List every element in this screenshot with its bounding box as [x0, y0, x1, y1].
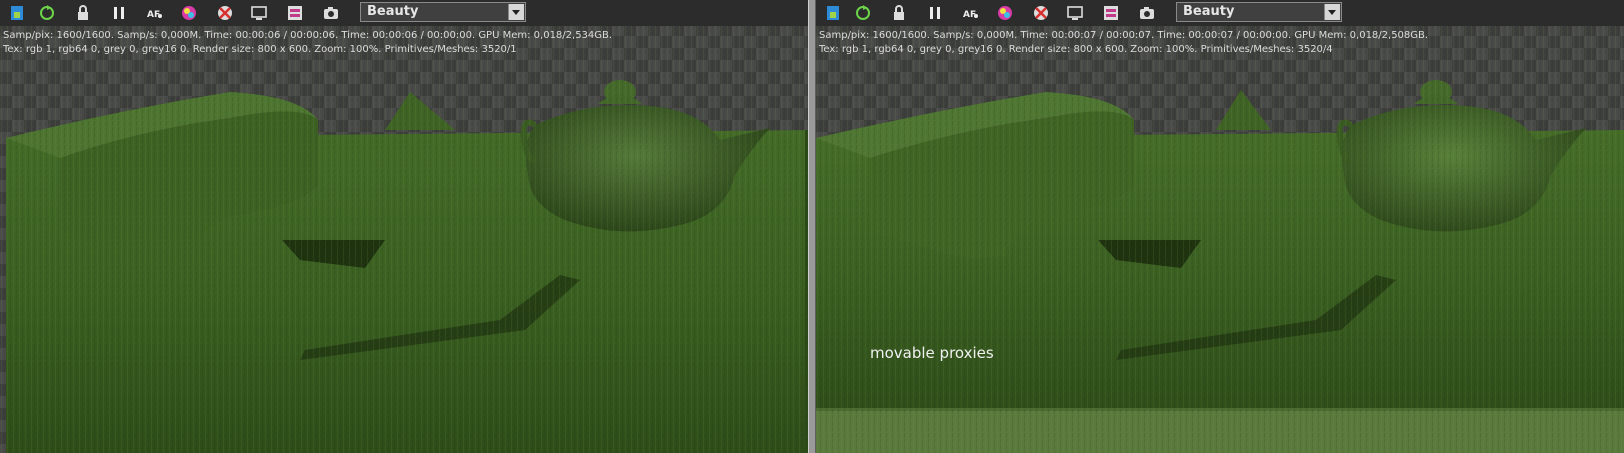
render-viewport-left: AF Beauty Samp/pix: 1600/1600. Samp/s: 0…	[0, 0, 808, 453]
stats-line-1: Samp/pix: 1600/1600. Samp/s: 0,000M. Tim…	[819, 30, 1429, 41]
chevron-down-icon[interactable]	[508, 4, 524, 20]
stats-line-2: Tex: rgb 1, rgb64 0, grey 0, grey16 0. R…	[3, 44, 517, 55]
color-picker-icon[interactable]	[178, 3, 200, 23]
clear-icon[interactable]	[214, 3, 236, 23]
render-toolbar: AF Beauty	[0, 0, 808, 26]
render-stats: Samp/pix: 1600/1600. Samp/s: 0,000M. Tim…	[3, 29, 612, 57]
lock-icon[interactable]	[888, 3, 910, 23]
settings-icon[interactable]	[1100, 3, 1122, 23]
render-annotation: movable proxies	[870, 344, 994, 362]
restart-icon[interactable]	[852, 3, 874, 23]
render-stats: Samp/pix: 1600/1600. Samp/s: 0,000M. Tim…	[819, 29, 1428, 57]
svg-text:AF: AF	[963, 10, 976, 20]
autofocus-icon[interactable]: AF	[960, 3, 982, 23]
render-pass-select[interactable]: Beauty	[1176, 2, 1342, 22]
render-pass-select[interactable]: Beauty	[360, 2, 526, 22]
display-icon[interactable]	[248, 3, 270, 23]
display-icon[interactable]	[1064, 3, 1086, 23]
viewport-divider[interactable]	[808, 0, 816, 453]
render-pass-value: Beauty	[367, 4, 419, 19]
autofocus-icon[interactable]: AF	[144, 3, 166, 23]
settings-icon[interactable]	[284, 3, 306, 23]
render-pass-value: Beauty	[1183, 4, 1235, 19]
save-image-icon[interactable]	[822, 3, 844, 23]
render-image	[816, 0, 1624, 453]
clear-icon[interactable]	[1030, 3, 1052, 23]
pause-icon[interactable]	[924, 3, 946, 23]
svg-text:AF: AF	[147, 10, 160, 20]
color-picker-icon[interactable]	[994, 3, 1016, 23]
restart-icon[interactable]	[36, 3, 58, 23]
render-image	[0, 0, 808, 453]
stats-line-2: Tex: rgb 1, rgb64 0, grey 0, grey16 0. R…	[819, 44, 1333, 55]
render-viewport-right: AF Beauty Samp/pix: 1600/1600. Samp/s: 0…	[816, 0, 1624, 453]
pause-icon[interactable]	[108, 3, 130, 23]
camera-icon[interactable]	[1136, 3, 1158, 23]
stats-line-1: Samp/pix: 1600/1600. Samp/s: 0,000M. Tim…	[3, 30, 613, 41]
lock-icon[interactable]	[72, 3, 94, 23]
save-image-icon[interactable]	[6, 3, 28, 23]
render-toolbar: AF Beauty	[816, 0, 1624, 26]
camera-icon[interactable]	[320, 3, 342, 23]
chevron-down-icon[interactable]	[1324, 4, 1340, 20]
